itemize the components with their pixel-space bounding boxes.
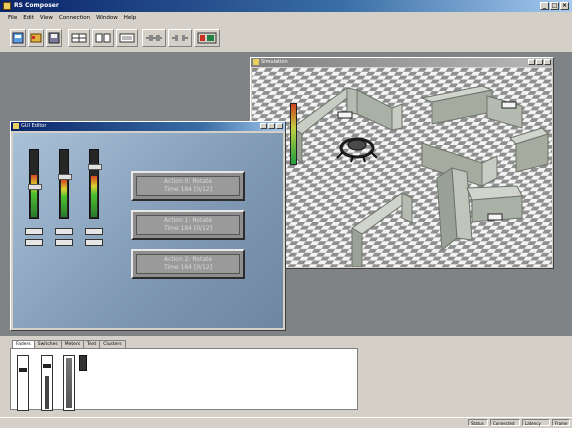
grid-icon [71,33,87,43]
menu-window[interactable]: Window [96,15,118,21]
faders-panel [10,348,358,411]
menu-file[interactable]: File [8,15,17,21]
checkered-floor [252,68,552,267]
tab-meters[interactable]: Meters [60,340,85,348]
menu-edit[interactable]: Edit [23,15,34,21]
layout-icon [95,33,111,43]
save-icon [48,32,60,44]
meter-thumb[interactable] [88,163,102,170]
action-button-2[interactable]: Action 1: Rotate Time 184 [0/12] [131,210,245,240]
close-button[interactable]: × [560,2,569,10]
maximize-button[interactable] [536,59,543,65]
meter-3[interactable] [88,149,102,219]
menu-view[interactable]: View [40,15,53,21]
app-title: RS Composer [14,2,59,9]
new-icon [12,32,24,44]
minimize-button[interactable]: _ [540,2,549,10]
status-field: Latency [522,419,550,426]
run-button[interactable] [194,29,220,47]
meter-level [91,176,97,217]
maximize-button[interactable]: □ [550,2,559,10]
window-icon [13,123,19,129]
close-button[interactable] [276,123,283,129]
fader-level [45,376,49,409]
meter-level [66,358,72,408]
meter-label [25,228,43,235]
fader-thumb[interactable] [43,364,51,368]
window-icon [253,59,259,65]
meter-thumb[interactable] [58,173,72,180]
gui-editor-titlebar[interactable]: GUI Editor [11,122,285,131]
open-button[interactable] [28,29,44,47]
open-icon [30,33,42,43]
mdi-workspace: Simulation GUI Editor Action 0: Rotate T… [0,53,572,336]
new-button[interactable] [10,29,26,47]
action-button-line2: Time 184 [0/12] [163,186,213,193]
panel-button[interactable] [116,29,138,47]
status-field: Status [468,419,488,426]
menubar: File Edit View Connection Window Help [0,12,572,23]
bottom-tabs: Faders Switches Meters Text Clusters [12,340,126,348]
fader-widget-2[interactable] [41,355,53,411]
action-button-3[interactable]: Action 2: Rotate Time 184 [0/12] [131,249,245,279]
status-field: Connected [490,419,520,426]
tab-faders[interactable]: Faders [12,340,35,348]
control-panel: Action 0: Rotate Time 184 [0/12] Action … [13,133,283,328]
tab-text[interactable]: Text [83,340,101,348]
panel-icon [119,33,135,43]
app-titlebar: RS Composer _ □ × [0,0,572,12]
meter-label [25,239,43,246]
status-field: Frame [552,419,570,426]
layout-button[interactable] [92,29,114,47]
window-controls: _ □ × [540,2,569,10]
close-button[interactable] [544,59,551,65]
toolbar [0,23,572,53]
action-button-line1: Action 1: Rotate [163,217,213,224]
meter-thumb[interactable] [28,184,42,190]
disconnect-icon [172,35,188,41]
meter-2[interactable] [58,149,72,219]
action-button-line1: Action 0: Rotate [163,178,213,185]
meter-level [31,174,37,217]
minimize-button[interactable] [528,59,535,65]
meter-label [55,228,73,235]
grid-button[interactable] [68,29,90,47]
fader-thumb[interactable] [19,368,27,372]
action-button-line1: Action 2: Rotate [163,256,213,263]
status-bar: Status Connected Latency Frame [0,417,572,428]
meter-widget[interactable] [63,355,75,411]
run-icon [197,32,217,44]
tab-clusters[interactable]: Clusters [99,340,126,348]
action-button-1[interactable]: Action 0: Rotate Time 184 [0/12] [131,171,245,201]
color-scale-bar [290,103,297,165]
small-meter-widget[interactable] [79,355,87,371]
meter-label [85,228,103,235]
action-button-line2: Time 184 [0/12] [163,225,213,232]
simulation-window-titlebar[interactable]: Simulation [251,58,553,67]
connect-button[interactable] [142,29,166,47]
meter-1[interactable] [28,149,42,219]
meter-label [85,239,103,246]
maximize-button[interactable] [268,123,275,129]
menu-connection[interactable]: Connection [59,15,90,21]
minimize-button[interactable] [260,123,267,129]
bottom-panel: Faders Switches Meters Text Clusters Sta… [0,336,572,428]
simulation-viewport[interactable] [252,68,552,267]
gui-editor-title: GUI Editor [21,123,47,129]
simulation-window-title: Simulation [261,59,288,65]
gui-editor-window[interactable]: GUI Editor Action 0: Rotate Time 184 [0/… [10,121,286,331]
meter-level [61,179,67,217]
fader-widget-1[interactable] [17,355,29,411]
connect-icon [146,35,162,41]
app-icon [3,2,11,10]
save-button[interactable] [46,29,62,47]
tab-switches[interactable]: Switches [33,340,62,348]
meter-label [55,239,73,246]
menu-help[interactable]: Help [124,15,137,21]
disconnect-button[interactable] [168,29,192,47]
action-button-line2: Time 184 [0/12] [163,264,213,271]
